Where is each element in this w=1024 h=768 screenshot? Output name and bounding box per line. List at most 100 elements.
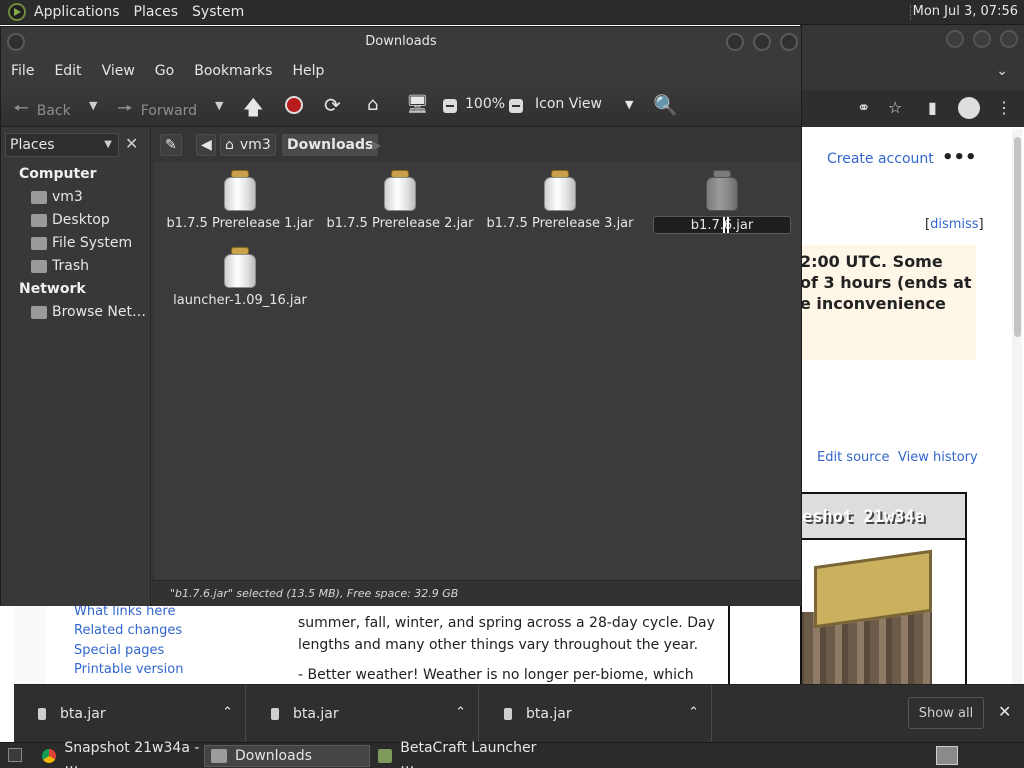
sidebar-item-browse-network[interactable]: Browse Net… <box>31 304 146 320</box>
file-manager-window: Downloads File Edit View Go Bookmarks He… <box>0 26 802 606</box>
clock[interactable]: Mon Jul 3, 07:56 <box>913 4 1018 19</box>
path-segment-downloads[interactable]: Downloads <box>282 134 379 156</box>
sidebar-item-desktop[interactable]: Desktop <box>31 212 110 228</box>
forward-history-dropdown[interactable]: ▼ <box>215 99 223 112</box>
tab-search-chevron-icon[interactable]: ⌄ <box>996 63 1008 79</box>
browser-maximize-button[interactable] <box>973 30 991 48</box>
infobox-image <box>800 540 967 684</box>
minimize-button[interactable] <box>726 33 744 51</box>
launcher-icon <box>378 749 393 763</box>
wiki-page: Create account ••• [dismiss] 2:00 UTC. S… <box>800 127 1024 684</box>
menu-edit[interactable]: Edit <box>54 63 81 79</box>
back-button[interactable]: 🠔 Back <box>13 96 71 126</box>
maximize-button[interactable] <box>753 33 771 51</box>
browser-close-button[interactable] <box>1000 30 1018 48</box>
jar-file-icon <box>504 708 512 720</box>
home-icon[interactable]: ⌂ <box>367 94 378 115</box>
close-downloads-bar-icon[interactable]: ✕ <box>998 702 1011 721</box>
task-label: Downloads <box>235 748 312 764</box>
icon-view[interactable]: b1.7.5 Prerelease 1.jar b1.7.5 Prereleas… <box>154 162 801 580</box>
zoom-out-button[interactable] <box>443 99 457 113</box>
sidebar-item-file-system[interactable]: File System <box>31 235 132 251</box>
file-item[interactable]: launcher-1.09_16.jar <box>160 247 320 308</box>
menu-help[interactable]: Help <box>292 63 324 79</box>
browser-toolbar: ⚭ ☆ ▮ ⋮ <box>800 90 1024 127</box>
related-changes-link[interactable]: Related changes <box>74 623 182 638</box>
close-sidebar-icon[interactable]: ✕ <box>125 134 138 153</box>
chevron-up-icon[interactable]: ⌃ <box>455 705 466 720</box>
zoom-in-icon <box>509 99 523 113</box>
notice-line: 2:00 UTC. Some <box>800 252 943 271</box>
task-downloads[interactable]: Downloads <box>204 745 370 767</box>
browser-menu-icon[interactable]: ⋮ <box>996 98 1012 117</box>
browser-minimize-button[interactable] <box>946 30 964 48</box>
printable-version-link[interactable]: Printable version <box>74 662 183 677</box>
download-name: bta.jar <box>293 706 339 722</box>
search-icon[interactable]: 🔍 <box>653 93 678 117</box>
browser-scrollbar[interactable] <box>1012 129 1022 684</box>
chevron-up-icon[interactable]: ⌃ <box>222 705 233 720</box>
what-links-here-link[interactable]: What links here <box>74 604 175 619</box>
show-desktop-icon[interactable] <box>8 748 22 762</box>
forward-button[interactable]: 🠖 Forward <box>117 96 197 126</box>
places-menu[interactable]: Places <box>134 4 179 20</box>
show-all-button[interactable]: Show all <box>908 697 984 729</box>
zoom-in-button[interactable] <box>509 99 523 113</box>
menu-view[interactable]: View <box>102 63 135 79</box>
notice-line: e inconvenience <box>800 294 946 313</box>
menu-file[interactable]: File <box>11 63 34 79</box>
edit-location-button[interactable]: ✎ <box>160 134 182 156</box>
reload-icon[interactable]: ⟳ <box>324 93 341 117</box>
back-arrow-icon: 🠔 <box>13 98 29 119</box>
view-history-link[interactable]: View history <box>898 450 978 465</box>
network-icon <box>31 305 47 319</box>
create-account-link[interactable]: Create account <box>827 151 934 167</box>
back-history-dropdown[interactable]: ▼ <box>89 99 97 112</box>
edit-source-link[interactable]: Edit source <box>817 450 889 465</box>
download-item[interactable]: bta.jar ⌃ <box>247 685 479 743</box>
file-item[interactable]: b1.7.5 Prerelease 1.jar <box>160 170 320 231</box>
chevron-up-icon[interactable]: ⌃ <box>688 705 699 720</box>
sidebar-item-trash[interactable]: Trash <box>31 258 89 274</box>
up-icon[interactable]: 🡅 <box>243 93 264 127</box>
sidebar-type-select[interactable]: Places ▼ <box>5 133 119 157</box>
download-item[interactable]: bta.jar ⌃ <box>480 685 712 743</box>
task-chrome[interactable]: Snapshot 21w34a - … <box>36 740 202 768</box>
file-item[interactable]: b1.7.5 Prerelease 2.jar <box>320 170 480 231</box>
zoom-level[interactable]: 100% <box>465 96 505 112</box>
downloads-bar: bta.jar ⌃ bta.jar ⌃ bta.jar ⌃ Show all ✕ <box>14 684 1024 743</box>
forward-arrow-icon: 🠖 <box>117 98 133 119</box>
download-item[interactable]: bta.jar ⌃ <box>14 685 246 743</box>
distro-logo-icon[interactable] <box>8 3 26 21</box>
profile-avatar-icon[interactable] <box>958 97 980 119</box>
dismiss-notice[interactable]: [dismiss] <box>925 217 984 232</box>
task-label: BetaCraft Launcher … <box>400 740 537 768</box>
chrome-icon <box>42 749 57 763</box>
path-back-button[interactable]: ◀ <box>196 134 216 156</box>
task-betacraft[interactable]: BetaCraft Launcher … <box>372 740 538 768</box>
path-segment-vm3[interactable]: ⌂ vm3 <box>220 134 276 156</box>
side-panel-icon[interactable]: ▮ <box>928 98 937 117</box>
view-mode-select[interactable]: Icon View <box>535 96 602 112</box>
browser-window: ⌄ ⚭ ☆ ▮ ⋮ Create account ••• [dismiss] 2… <box>800 25 1024 684</box>
workspace-switcher[interactable] <box>936 746 958 765</box>
special-pages-link[interactable]: Special pages <box>74 643 164 658</box>
applications-menu[interactable]: Applications <box>34 4 120 20</box>
view-mode-dropdown-icon[interactable]: ▼ <box>625 98 633 111</box>
menu-go[interactable]: Go <box>155 63 174 79</box>
close-button[interactable] <box>780 33 798 51</box>
stop-button[interactable] <box>285 96 303 114</box>
jar-file-icon <box>224 170 256 212</box>
fm-titlebar[interactable]: Downloads <box>1 27 801 57</box>
bookmark-star-icon[interactable]: ☆ <box>888 98 902 117</box>
share-icon[interactable]: ⚭ <box>857 98 870 117</box>
more-options-icon[interactable]: ••• <box>942 147 977 168</box>
menu-bookmarks[interactable]: Bookmarks <box>194 63 272 79</box>
sidebar-item-vm3[interactable]: vm3 <box>31 189 83 205</box>
chevron-right-icon[interactable]: ▶ <box>372 138 381 152</box>
computer-icon[interactable]: 🖥 <box>406 94 429 115</box>
system-menu[interactable]: System <box>192 4 244 20</box>
drive-icon <box>31 236 47 250</box>
file-item-selected[interactable]: b1.7.6.jar <box>642 170 802 234</box>
file-item[interactable]: b1.7.5 Prerelease 3.jar <box>480 170 640 231</box>
